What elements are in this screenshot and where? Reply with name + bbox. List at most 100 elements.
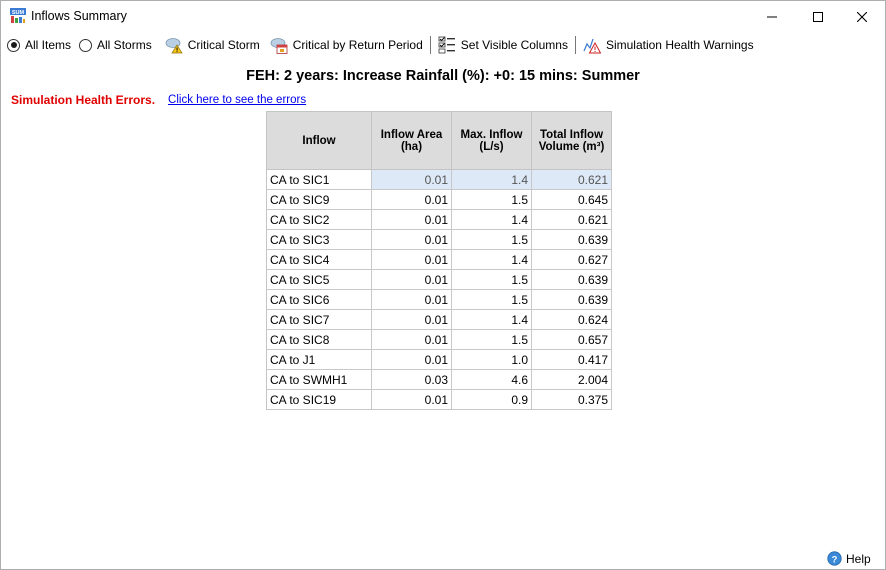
table-row[interactable]: CA to SIC2 0.01 1.4 0.621: [266, 209, 612, 230]
table-row[interactable]: CA to SIC6 0.01 1.5 0.639: [266, 289, 612, 310]
health-errors-label: Simulation Health Errors.: [11, 93, 156, 107]
health-errors-row: Simulation Health Errors. Click here to …: [11, 93, 306, 107]
inflows-summary-window: SUM Inflows Summary All Items All Storms: [0, 0, 886, 570]
cell-inflow[interactable]: CA to SIC19: [266, 389, 372, 410]
health-warning-icon: [583, 38, 601, 54]
column-header-inflow-area[interactable]: Inflow Area (ha): [371, 111, 452, 170]
cell-inflow[interactable]: CA to SIC4: [266, 249, 372, 270]
cell-max-inflow[interactable]: 1.5: [451, 269, 532, 290]
critical-storm-button[interactable]: Critical Storm: [165, 33, 260, 57]
cell-inflow[interactable]: CA to SIC8: [266, 329, 372, 350]
app-icon: SUM: [10, 8, 26, 23]
cell-inflow[interactable]: CA to SIC3: [266, 229, 372, 250]
table-row[interactable]: CA to SIC5 0.01 1.5 0.639: [266, 269, 612, 290]
cell-inflow[interactable]: CA to SIC9: [266, 189, 372, 210]
cell-inflow-area[interactable]: 0.01: [371, 169, 452, 190]
table-row[interactable]: CA to SIC9 0.01 1.5 0.645: [266, 189, 612, 210]
all-items-radio[interactable]: All Items: [7, 33, 71, 57]
cell-inflow-area[interactable]: 0.01: [371, 229, 452, 250]
cell-max-inflow[interactable]: 1.4: [451, 249, 532, 270]
svg-text:SUM: SUM: [12, 10, 25, 16]
cell-inflow-area[interactable]: 0.01: [371, 249, 452, 270]
cell-inflow-area[interactable]: 0.01: [371, 189, 452, 210]
result-heading: FEH: 2 years: Increase Rainfall (%): +0:…: [246, 68, 640, 84]
all-storms-label: All Storms: [97, 38, 152, 52]
cell-total-inflow-volume[interactable]: 0.375: [531, 389, 612, 410]
cell-inflow-area[interactable]: 0.01: [371, 309, 452, 330]
column-header-inflow[interactable]: Inflow: [266, 111, 372, 170]
cell-max-inflow[interactable]: 0.9: [451, 389, 532, 410]
minimize-button[interactable]: [749, 1, 795, 32]
cell-total-inflow-volume[interactable]: 0.657: [531, 329, 612, 350]
cell-max-inflow[interactable]: 1.4: [451, 209, 532, 230]
cell-max-inflow[interactable]: 1.5: [451, 229, 532, 250]
cell-inflow-area[interactable]: 0.03: [371, 369, 452, 390]
cell-inflow[interactable]: CA to SIC5: [266, 269, 372, 290]
cell-total-inflow-volume[interactable]: 0.624: [531, 309, 612, 330]
cell-max-inflow[interactable]: 1.0: [451, 349, 532, 370]
critical-by-return-period-button[interactable]: Critical by Return Period: [270, 33, 423, 57]
help-icon: ?: [827, 551, 842, 566]
cell-total-inflow-volume[interactable]: 0.639: [531, 289, 612, 310]
close-button[interactable]: [839, 1, 885, 32]
column-header-total-inflow-volume[interactable]: Total Inflow Volume (m³): [531, 111, 612, 170]
cell-inflow[interactable]: CA to SWMH1: [266, 369, 372, 390]
table-row[interactable]: CA to J1 0.01 1.0 0.417: [266, 349, 612, 370]
table-row[interactable]: CA to SIC4 0.01 1.4 0.627: [266, 249, 612, 270]
table-row[interactable]: CA to SIC7 0.01 1.4 0.624: [266, 309, 612, 330]
checklist-icon: [438, 36, 455, 54]
cell-max-inflow[interactable]: 4.6: [451, 369, 532, 390]
storm-cloud-warning-icon: [165, 38, 183, 54]
cell-inflow[interactable]: CA to J1: [266, 349, 372, 370]
radio-unchecked-icon: [79, 38, 93, 52]
see-errors-link[interactable]: Click here to see the errors: [168, 94, 306, 106]
column-header-max-inflow[interactable]: Max. Inflow (L/s): [451, 111, 532, 170]
cell-inflow[interactable]: CA to SIC1: [266, 169, 372, 190]
cell-max-inflow[interactable]: 1.5: [451, 329, 532, 350]
storm-cloud-calendar-icon: [270, 38, 288, 54]
help-label: Help: [846, 551, 871, 566]
table-row[interactable]: CA to SIC1 0.01 1.4 0.621: [266, 169, 612, 190]
title-bar: SUM Inflows Summary: [1, 1, 885, 32]
set-visible-columns-label: Set Visible Columns: [460, 38, 568, 52]
cell-inflow-area[interactable]: 0.01: [371, 289, 452, 310]
svg-text:?: ?: [832, 554, 838, 564]
cell-inflow[interactable]: CA to SIC2: [266, 209, 372, 230]
window-title: Inflows Summary: [31, 9, 127, 23]
minimize-icon: [767, 16, 777, 17]
help-button[interactable]: ? Help: [827, 551, 871, 566]
cell-inflow[interactable]: CA to SIC6: [266, 289, 372, 310]
toolbar: All Items All Storms Critical Storm Crit…: [1, 33, 885, 57]
table-row[interactable]: CA to SIC19 0.01 0.9 0.375: [266, 389, 612, 410]
table-row[interactable]: CA to SIC8 0.01 1.5 0.657: [266, 329, 612, 350]
cell-inflow[interactable]: CA to SIC7: [266, 309, 372, 330]
maximize-button[interactable]: [795, 1, 841, 32]
cell-inflow-area[interactable]: 0.01: [371, 209, 452, 230]
table-row[interactable]: CA to SWMH1 0.03 4.6 2.004: [266, 369, 612, 390]
table-row[interactable]: CA to SIC3 0.01 1.5 0.639: [266, 229, 612, 250]
cell-total-inflow-volume[interactable]: 0.627: [531, 249, 612, 270]
critical-by-return-period-label: Critical by Return Period: [292, 38, 423, 52]
cell-max-inflow[interactable]: 1.5: [451, 289, 532, 310]
cell-total-inflow-volume[interactable]: 0.639: [531, 229, 612, 250]
simulation-health-warnings-button[interactable]: Simulation Health Warnings: [583, 33, 754, 57]
cell-max-inflow[interactable]: 1.4: [451, 169, 532, 190]
cell-max-inflow[interactable]: 1.5: [451, 189, 532, 210]
cell-total-inflow-volume[interactable]: 0.621: [531, 209, 612, 230]
critical-storm-label: Critical Storm: [187, 38, 260, 52]
cell-inflow-area[interactable]: 0.01: [371, 389, 452, 410]
simulation-health-warnings-label: Simulation Health Warnings: [605, 38, 754, 52]
cell-total-inflow-volume[interactable]: 0.645: [531, 189, 612, 210]
cell-max-inflow[interactable]: 1.4: [451, 309, 532, 330]
all-storms-radio[interactable]: All Storms: [79, 33, 152, 57]
cell-total-inflow-volume[interactable]: 0.621: [531, 169, 612, 190]
table-header-row: Inflow Inflow Area (ha) Max. Inflow (L/s) …: [266, 111, 612, 170]
cell-total-inflow-volume[interactable]: 2.004: [531, 369, 612, 390]
toolbar-separator: [429, 36, 431, 54]
cell-inflow-area[interactable]: 0.01: [371, 269, 452, 290]
cell-inflow-area[interactable]: 0.01: [371, 329, 452, 350]
cell-total-inflow-volume[interactable]: 0.639: [531, 269, 612, 290]
cell-inflow-area[interactable]: 0.01: [371, 349, 452, 370]
cell-total-inflow-volume[interactable]: 0.417: [531, 349, 612, 370]
set-visible-columns-button[interactable]: Set Visible Columns: [438, 33, 568, 57]
